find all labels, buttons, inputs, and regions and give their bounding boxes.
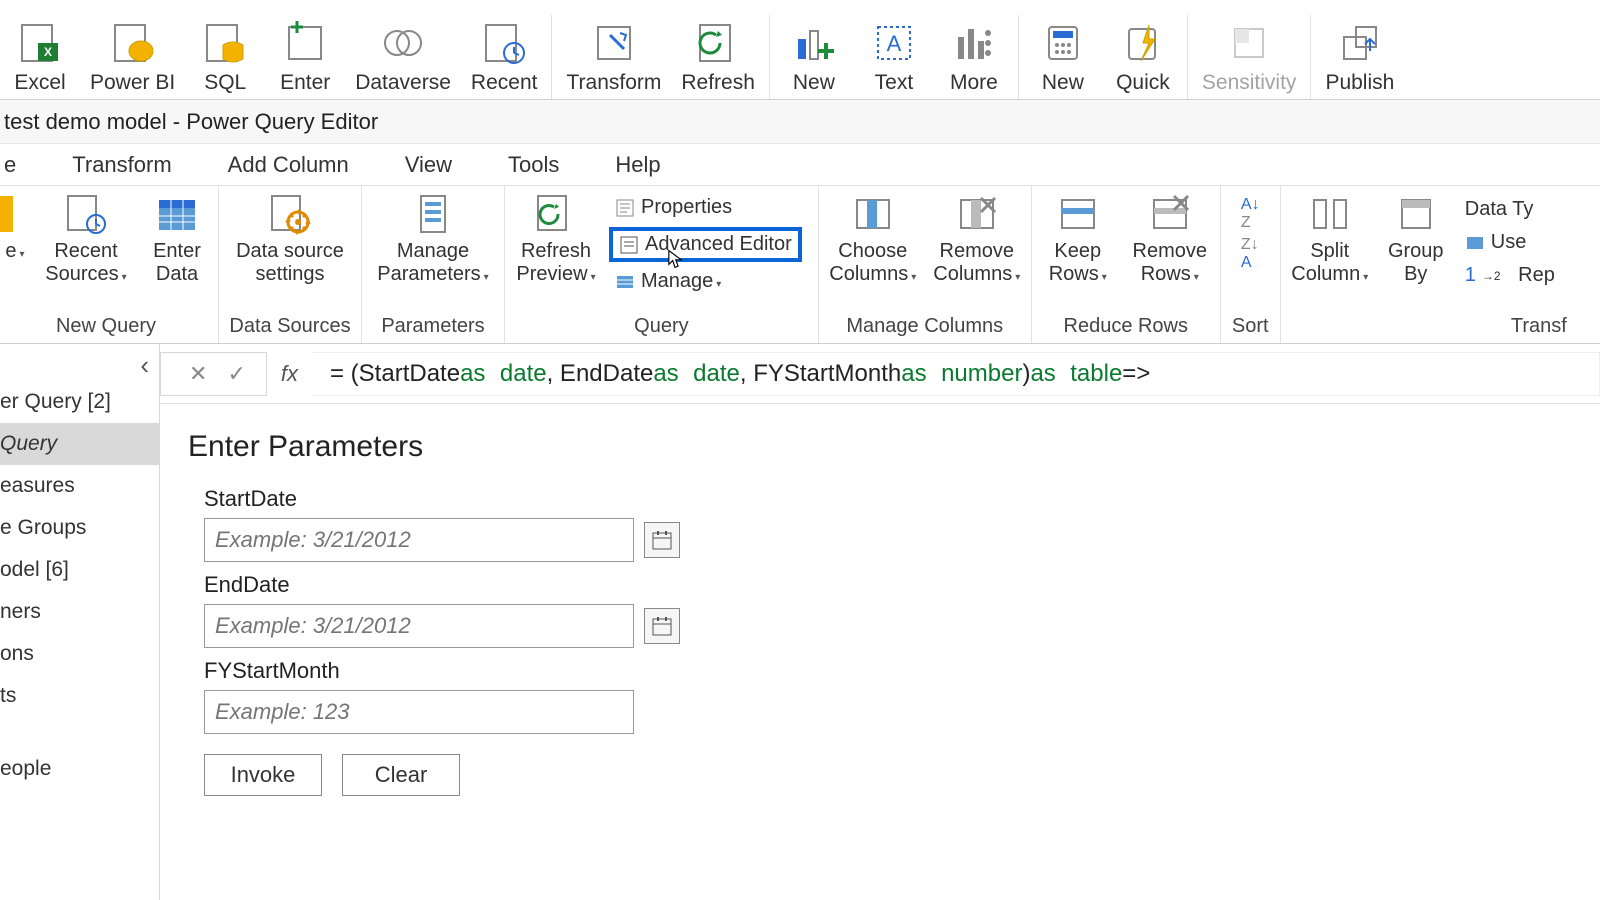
tab-transform[interactable]: Transform [44,146,199,184]
new-visual-button[interactable]: New [774,0,854,99]
enddate-input[interactable] [204,604,634,648]
param-label: FYStartMonth [204,658,1600,684]
calendar-icon [651,529,673,551]
calendar-icon [651,615,673,637]
clear-button[interactable]: Clear [342,754,460,796]
publish-button[interactable]: Publish [1315,0,1404,99]
enter-parameters-panel: Enter Parameters StartDate EndDate [160,404,1600,796]
remove-columns-button[interactable]: RemoveColumns [929,190,1025,288]
invoke-button[interactable]: Invoke [204,754,322,796]
queries-pane: ‹ er Query [2] Query easures e Groups od… [0,344,160,900]
properties-button[interactable]: Properties [609,194,802,221]
data-source-settings-button[interactable]: Data sourcesettings [225,190,355,288]
enter-data-button[interactable]: Enter [265,0,345,99]
pq-home-ribbon: e RecentSources EnterData New Query Data… [0,186,1600,344]
dataverse-button[interactable]: Dataverse [345,0,461,99]
manage-parameters-button[interactable]: ManageParameters [368,190,498,288]
date-picker-button[interactable] [644,608,680,644]
keep-rows-button[interactable]: KeepRows [1038,190,1118,288]
cancel-formula-button[interactable]: ✕ [189,361,207,387]
formula-text[interactable]: = (StartDate as date , EndDate as date ,… [312,352,1600,396]
refresh-button[interactable]: Refresh [671,0,765,99]
manage-query-button[interactable]: Manage [609,268,802,295]
transform-data-button[interactable]: Transform [556,0,671,99]
sort-asc-button[interactable]: A↓Z [1241,196,1260,232]
query-item[interactable]: ts [0,675,159,717]
pq-ribbon-tabs: e Transform Add Column View Tools Help [0,144,1600,186]
queries-header[interactable]: er Query [2] [0,381,159,423]
svg-text:X: X [44,45,52,59]
date-picker-button[interactable] [644,522,680,558]
new-measure-button[interactable]: New [1023,0,1103,99]
query-item[interactable]: eople [0,717,159,790]
refresh-preview-button[interactable]: RefreshPreview [511,190,601,288]
more-visuals-button[interactable]: More [934,0,1014,99]
param-label: StartDate [204,486,1600,512]
query-item[interactable]: e Groups [0,507,159,549]
powerbi-button[interactable]: Power BI [80,0,185,99]
group-by-button[interactable]: GroupBy [1381,190,1451,288]
tab-home-cut[interactable]: e [0,146,44,184]
fx-icon[interactable]: fx [281,361,298,387]
sensitivity-button: Sensitivity [1192,0,1307,99]
split-column-button[interactable]: SplitColumn [1287,190,1373,288]
tab-add-column[interactable]: Add Column [200,146,377,184]
tab-tools[interactable]: Tools [480,146,587,184]
collapse-pane-button[interactable]: ‹ [0,344,159,381]
query-item[interactable]: easures [0,465,159,507]
choose-columns-button[interactable]: ChooseColumns [825,190,921,288]
svg-text:A: A [887,31,902,56]
advanced-editor-button[interactable]: Advanced Editor [609,227,802,262]
query-item[interactable]: odel [6] [0,549,159,591]
recent-sources-button[interactable]: Recent [461,0,548,99]
sort-desc-button[interactable]: Z↓A [1241,236,1259,272]
sql-button[interactable]: SQL [185,0,265,99]
excel-button[interactable]: X Excel [0,0,80,99]
remove-rows-button[interactable]: RemoveRows [1126,190,1214,288]
query-item[interactable]: ners [0,591,159,633]
commit-formula-button[interactable]: ✓ [227,361,245,387]
param-label: EndDate [204,572,1600,598]
tab-help[interactable]: Help [587,146,688,184]
quick-measure-button[interactable]: Quick [1103,0,1183,99]
window-title: test demo model - Power Query Editor [0,100,1600,144]
use-first-row-button[interactable]: Use [1459,229,1561,256]
data-type-button[interactable]: Data Ty [1459,196,1561,223]
replace-values-button[interactable]: 1→2 Rep [1459,262,1561,289]
recent-sources-button[interactable]: RecentSources [38,190,134,288]
formula-bar: ✕ ✓ fx = (StartDate as date , EndDate as… [160,344,1600,404]
text-box-button[interactable]: A Text [854,0,934,99]
powerbi-home-ribbon: X Excel Power BI SQL Enter Dataverse Rec… [0,0,1600,100]
parameters-title: Enter Parameters [188,430,1600,464]
query-item[interactable]: ons [0,633,159,675]
enter-data-button[interactable]: EnterData [142,190,212,288]
tab-view[interactable]: View [377,146,480,184]
new-source-cut[interactable]: e [0,190,30,265]
query-item-selected[interactable]: Query [0,423,159,465]
startdate-input[interactable] [204,518,634,562]
fystartmonth-input[interactable] [204,690,634,734]
